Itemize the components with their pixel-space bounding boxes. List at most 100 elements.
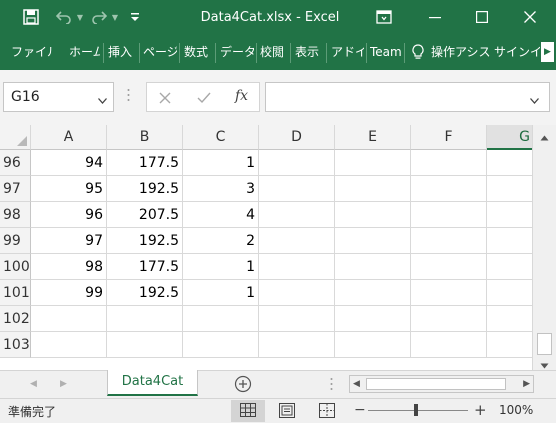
grid-cell[interactable] [183,332,259,358]
column-header-e[interactable]: E [335,125,411,150]
grid-cell[interactable]: 96 [31,202,107,228]
grid-cell[interactable] [31,332,107,358]
scroll-down-button[interactable] [537,358,552,369]
undo-dropdown-icon[interactable]: ▼ [75,0,85,34]
grid-cell[interactable]: 1 [183,254,259,280]
tab-page-layout[interactable]: ページ [143,34,177,70]
grid-cell[interactable]: 3 [183,176,259,202]
grid-cell[interactable] [335,228,411,254]
page-break-preview-icon[interactable] [319,403,335,421]
grid-cell[interactable] [411,254,487,280]
hscroll-thumb[interactable] [366,378,506,390]
sheet-tab-active[interactable]: Data4Cat [107,370,198,396]
tab-addins[interactable]: アドイ [331,34,364,70]
grid-cell[interactable]: 207.5 [107,202,183,228]
grid-cell[interactable] [259,176,335,202]
sheet-scroll-right-icon[interactable]: ▶ [60,379,67,389]
grid-cell[interactable] [259,254,335,280]
horizontal-scrollbar[interactable]: ◀ ▶ [349,375,534,393]
grid-cell[interactable] [259,150,335,176]
grid-cell[interactable]: 95 [31,176,107,202]
zoom-in-icon[interactable]: + [474,401,487,419]
grid-cell[interactable] [335,332,411,358]
tab-formulas[interactable]: 数式 [184,34,212,70]
grid-cell[interactable] [259,306,335,332]
tab-team[interactable]: Team [370,34,402,70]
row-header[interactable]: 100 [0,254,31,280]
row-header[interactable]: 103 [0,332,31,358]
grid-cell[interactable]: 192.5 [107,280,183,306]
grid-cell[interactable] [411,150,487,176]
tab-split-handle-icon[interactable] [330,377,333,394]
grid-cell[interactable] [259,202,335,228]
save-icon[interactable] [18,0,44,34]
grid-cell[interactable] [411,176,487,202]
grid-cell[interactable]: 99 [31,280,107,306]
vertical-scrollbar[interactable] [532,125,556,370]
chevron-down-icon[interactable] [98,93,107,107]
grid-cell[interactable] [335,150,411,176]
minimize-icon[interactable] [420,0,450,34]
grid-cell[interactable] [259,280,335,306]
select-all-corner[interactable] [0,125,31,150]
grid-cell[interactable] [335,202,411,228]
zoom-out-icon[interactable]: − [354,402,366,418]
tell-me-search[interactable]: 操作アシス [431,34,491,70]
grid-cell[interactable] [183,306,259,332]
cancel-icon[interactable] [159,92,171,107]
lightbulb-icon[interactable] [412,34,426,70]
name-box[interactable]: G16 [3,82,114,112]
grid-cell[interactable]: 1 [183,150,259,176]
scroll-thumb[interactable] [537,333,552,355]
grid-cell[interactable]: 98 [31,254,107,280]
grid-cell[interactable]: 4 [183,202,259,228]
grid-cell[interactable] [335,280,411,306]
grid-cell[interactable] [335,306,411,332]
tab-view[interactable]: 表示 [295,34,323,70]
row-header[interactable]: 97 [0,176,31,202]
zoom-slider[interactable] [368,410,468,411]
grid-cell[interactable] [487,176,532,202]
redo-dropdown-icon[interactable]: ▼ [110,0,120,34]
close-icon[interactable] [515,0,545,34]
customize-qat-icon[interactable] [128,0,142,34]
column-header-c[interactable]: C [183,125,259,150]
grid-cell[interactable] [487,280,532,306]
column-header-g[interactable]: G [487,125,532,150]
tab-insert[interactable]: 挿入 [108,34,136,70]
sheet-scroll-left-icon[interactable]: ◀ [30,379,37,389]
normal-view-icon[interactable] [231,400,265,422]
grid-cell[interactable] [487,254,532,280]
new-sheet-icon[interactable] [234,375,252,396]
grid-cell[interactable] [487,202,532,228]
grid-cell[interactable]: 177.5 [107,150,183,176]
row-header[interactable]: 102 [0,306,31,332]
scroll-up-button[interactable] [537,130,552,144]
sign-in-link[interactable]: サインイン [494,34,540,70]
row-header[interactable]: 101 [0,280,31,306]
grid-cell[interactable] [487,306,532,332]
grid-cell[interactable]: 177.5 [107,254,183,280]
grid-cell[interactable] [487,332,532,358]
redo-icon[interactable] [88,0,110,34]
zoom-level[interactable]: 100% [499,403,533,417]
grid-cell[interactable] [411,332,487,358]
grid-cell[interactable] [411,228,487,254]
grid-cell[interactable] [411,280,487,306]
undo-icon[interactable] [53,0,75,34]
zoom-slider-thumb[interactable] [414,404,418,416]
formula-bar-grip-icon[interactable] [127,88,130,107]
row-header[interactable]: 96 [0,150,31,176]
grid-cell[interactable] [335,254,411,280]
grid-cell[interactable] [107,332,183,358]
grid-cell[interactable]: 97 [31,228,107,254]
grid-cell[interactable] [487,150,532,176]
tab-file[interactable]: ファイル [11,34,53,70]
hscroll-left-button[interactable]: ◀ [353,379,360,389]
expand-formula-bar-icon[interactable] [530,93,539,107]
insert-function-icon[interactable]: fx [235,88,248,104]
column-header-d[interactable]: D [259,125,335,150]
hscroll-right-button[interactable]: ▶ [523,379,530,389]
grid-cell[interactable]: 192.5 [107,176,183,202]
tab-home[interactable]: ホーム [69,34,100,70]
